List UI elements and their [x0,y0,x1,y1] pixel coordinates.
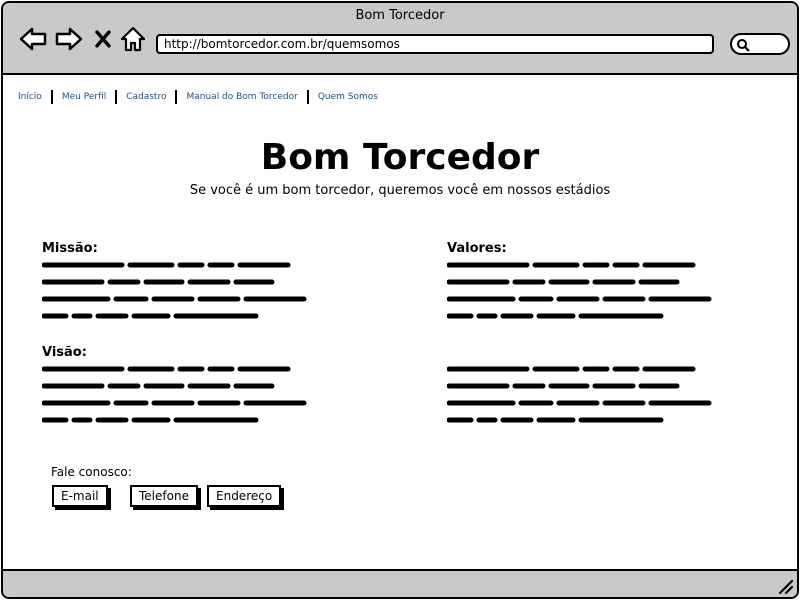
endereco-button[interactable]: Endereço [207,485,282,507]
section-missao: Missão: [42,241,322,329]
telefone-button[interactable]: Telefone [130,485,198,507]
menu-item-inicio[interactable]: Início [16,90,51,104]
contact-label: Fale conosco: [51,465,132,479]
window-title: Bom Torcedor [355,8,445,23]
page-content: Início Meu Perfil Cadastro Manual do Bom… [3,75,797,571]
browser-titlebar: Bom Torcedor http://bomtorcedor.com.br/q… [3,3,797,75]
section-valores-heading: Valores: [447,241,507,256]
back-icon[interactable] [19,25,47,53]
page-title: Bom Torcedor [260,137,540,178]
status-bar [3,569,797,597]
text-placeholder-scribble [447,366,712,423]
close-icon[interactable] [91,25,115,53]
section-valores: Valores: [447,241,727,329]
section-visao-heading: Visão: [42,345,87,360]
text-placeholder-scribble [447,262,712,319]
section-unlabeled [447,363,727,433]
section-missao-heading: Missão: [42,241,98,256]
page-subtitle: Se você é um bom torcedor, queremos você… [189,183,611,198]
forward-icon[interactable] [55,25,83,53]
section-visao: Visão: [42,345,322,433]
text-placeholder-scribble [42,366,307,423]
email-button[interactable]: E-mail [52,485,108,507]
main-menu: Início Meu Perfil Cadastro Manual do Bom… [16,90,387,104]
home-icon[interactable] [119,25,147,53]
browser-window: Bom Torcedor http://bomtorcedor.com.br/q… [1,1,799,599]
text-placeholder-scribble [42,262,307,319]
search-input[interactable] [730,33,790,55]
resize-grip-icon[interactable] [777,578,793,594]
menu-item-quem-somos[interactable]: Quem Somos [306,90,387,104]
menu-item-manual[interactable]: Manual do Bom Torcedor [175,90,306,104]
url-input[interactable]: http://bomtorcedor.com.br/quemsomos [156,34,714,54]
search-icon [737,39,750,52]
menu-item-meu-perfil[interactable]: Meu Perfil [50,90,115,104]
menu-item-cadastro[interactable]: Cadastro [115,90,175,104]
